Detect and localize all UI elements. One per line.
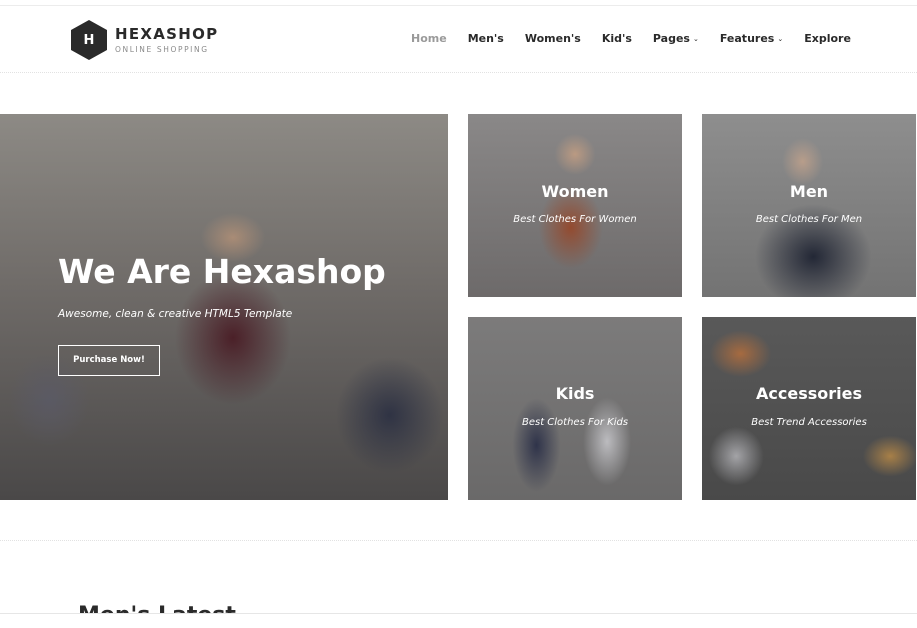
- nav-pages[interactable]: Pages ⌄: [653, 32, 699, 45]
- nav-features-label: Features: [719, 32, 775, 45]
- chevron-down-icon: ⌄: [777, 35, 784, 43]
- logo-mark: H: [83, 32, 95, 48]
- category-title: Women: [541, 182, 609, 201]
- chevron-down-icon: ⌄: [692, 35, 699, 43]
- nav-home[interactable]: Home: [411, 32, 447, 45]
- nav-features[interactable]: Features ⌄: [720, 32, 783, 45]
- category-title: Men: [789, 182, 829, 201]
- nav-pages-label: Pages: [652, 32, 690, 45]
- section-divider: [0, 540, 917, 541]
- logo[interactable]: H HEXASHOP ONLINE SHOPPING: [71, 20, 218, 60]
- category-tile-men[interactable]: Men Best Clothes For Men: [702, 114, 916, 297]
- category-tile-women[interactable]: Women Best Clothes For Women: [468, 114, 682, 297]
- brand-tagline: ONLINE SHOPPING: [115, 45, 209, 54]
- category-title: Kids: [555, 384, 595, 403]
- category-subtitle: Best Trend Accessories: [751, 417, 867, 428]
- nav-explore[interactable]: Explore: [804, 32, 851, 45]
- main-nav: Home Men's Women's Kid's Pages ⌄ Features…: [411, 32, 872, 45]
- hero-subtitle: Awesome, clean & creative HTML5 Template: [58, 308, 293, 320]
- brand-name: HEXASHOP: [115, 25, 219, 43]
- category-tile-accessories[interactable]: Accessories Best Trend Accessories: [702, 317, 916, 500]
- category-title: Accessories: [756, 384, 862, 403]
- site-header: H HEXASHOP ONLINE SHOPPING Home Men's Wo…: [0, 6, 917, 72]
- hero-banner: We Are Hexashop Awesome, clean & creativ…: [0, 114, 448, 500]
- category-subtitle: Best Clothes For Women: [513, 214, 637, 225]
- purchase-now-button[interactable]: Purchase Now!: [58, 345, 160, 376]
- category-tile-kids[interactable]: Kids Best Clothes For Kids: [468, 317, 682, 500]
- category-subtitle: Best Clothes For Kids: [521, 417, 629, 428]
- nav-mens[interactable]: Men's: [468, 32, 504, 45]
- hero-title: We Are Hexashop: [58, 252, 386, 291]
- logo-text: HEXASHOP ONLINE SHOPPING: [115, 26, 218, 54]
- nav-womens[interactable]: Women's: [525, 32, 581, 45]
- hexagon-logo-icon: H: [71, 20, 107, 60]
- header-divider: [0, 72, 917, 73]
- category-subtitle: Best Clothes For Men: [755, 214, 863, 225]
- nav-kids[interactable]: Kid's: [602, 32, 632, 45]
